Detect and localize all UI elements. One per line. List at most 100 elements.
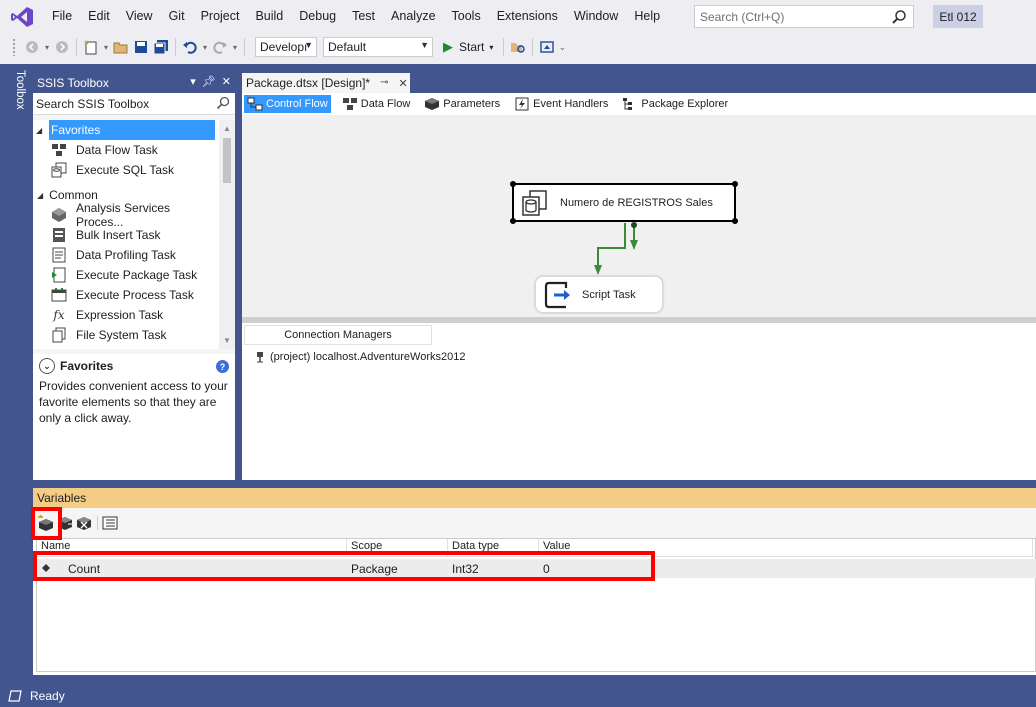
item-label: Analysis Services Proces... (76, 201, 171, 229)
resize-handle[interactable] (510, 218, 516, 224)
connection-manager-item[interactable]: (project) localhost.AdventureWorks2012 (254, 351, 465, 363)
toolbar-grip[interactable] (12, 38, 16, 56)
solution-platform-combo[interactable]: Default ▼ (323, 37, 433, 57)
variables-toolbar (33, 508, 1036, 538)
search-icon (216, 96, 230, 110)
toolbox-item-data-profiling-task[interactable]: Data Profiling Task (33, 245, 219, 265)
task-script-task[interactable]: Script Task (535, 276, 663, 313)
close-tab-icon[interactable]: ✕ (398, 77, 407, 90)
chevron-down-icon[interactable]: ▾ (489, 43, 493, 52)
tab-label: Parameters (443, 98, 501, 110)
menu-tools[interactable]: Tools (444, 0, 489, 33)
close-icon[interactable]: ✕ (222, 75, 231, 88)
dropdown-arrow-icon[interactable]: ▾ (200, 37, 210, 57)
grid-options-icon[interactable] (101, 514, 119, 532)
visual-studio-logo-icon[interactable] (10, 6, 34, 28)
toolbox-search-input[interactable]: Search SSIS Toolbox (33, 93, 235, 115)
execute-package-icon (51, 267, 67, 283)
undo-icon[interactable] (180, 37, 200, 57)
dropdown-arrow-icon[interactable]: ▾ (42, 37, 52, 57)
search-icon (892, 10, 906, 24)
toolbox-item-analysis-services-processing-task[interactable]: Analysis Services Proces... (33, 201, 219, 229)
pin-icon[interactable]: ⊸ (380, 77, 388, 90)
search-placeholder: Search (Ctrl+Q) (700, 9, 785, 24)
package-explorer-icon (623, 98, 633, 110)
scrollbar-thumb[interactable] (223, 138, 231, 183)
execute-sql-task-icon (51, 162, 67, 178)
chevron-down-icon: ▼ (420, 40, 429, 50)
toolbox-item-execute-sql-task[interactable]: Execute SQL Task (33, 160, 219, 180)
platform-value: Default (328, 40, 367, 54)
file-system-icon (51, 327, 67, 343)
scroll-up-arrow-icon[interactable]: ▲ (223, 124, 231, 133)
forward-icon[interactable] (52, 37, 72, 57)
toolbox-header: SSIS Toolbox ▾ 📌︎ ✕ (33, 73, 235, 93)
search-input[interactable]: Search (Ctrl+Q) (694, 5, 914, 28)
menu-build[interactable]: Build (247, 0, 291, 33)
chevron-down-icon: ▼ (304, 40, 313, 50)
tab-package-explorer[interactable]: Package Explorer (619, 95, 731, 113)
menu-git[interactable]: Git (161, 0, 193, 33)
group-favorites[interactable]: ◢ Favorites (36, 120, 215, 140)
designer-tab-strip: Control Flow Data Flow Parameters Event … (242, 93, 1036, 115)
toolbox-item-execute-package-task[interactable]: Execute Package Task (33, 265, 219, 285)
help-icon[interactable]: ? (216, 360, 229, 373)
resize-handle[interactable] (732, 181, 738, 187)
parameters-icon (425, 98, 440, 110)
menu-help[interactable]: Help (626, 0, 668, 33)
menu-analyze[interactable]: Analyze (383, 0, 443, 33)
window-layout-icon[interactable] (537, 37, 557, 57)
toolbox-item-file-system-task[interactable]: File System Task (33, 325, 219, 345)
toolbox-side-tab[interactable]: Toolbox (8, 70, 26, 120)
dropdown-arrow-icon[interactable]: ▾ (230, 37, 240, 57)
menu-debug[interactable]: Debug (291, 0, 344, 33)
tab-parameters[interactable]: Parameters (421, 95, 503, 113)
menu-view[interactable]: View (118, 0, 161, 33)
item-label: Data Profiling Task (76, 248, 176, 262)
start-button[interactable]: ▶ Start ▾ (443, 39, 493, 55)
open-folder-icon[interactable] (111, 37, 131, 57)
pin-icon[interactable]: 📌︎ (202, 75, 216, 88)
menu-extensions[interactable]: Extensions (489, 0, 566, 33)
toolbar-separator (175, 38, 176, 56)
tab-event-handlers[interactable]: Event Handlers (511, 95, 611, 113)
solution-configuration-combo[interactable]: Developı ▼ (255, 37, 317, 57)
resize-handle[interactable] (510, 181, 516, 187)
resize-handle[interactable] (732, 218, 738, 224)
connection-managers-pane[interactable]: Connection Managers (project) localhost.… (242, 323, 1036, 480)
expanded-triangle-icon[interactable]: ◢ (37, 191, 43, 200)
control-flow-canvas[interactable]: Numero de REGISTROS Sales Script Task (242, 115, 1036, 317)
toolbox-item-data-flow-task[interactable]: Data Flow Task (33, 140, 219, 160)
menu-project[interactable]: Project (193, 0, 248, 33)
menu-window[interactable]: Window (566, 0, 626, 33)
menu-edit[interactable]: Edit (80, 0, 118, 33)
menu-file[interactable]: File (44, 0, 80, 33)
connection-plug-icon (257, 352, 263, 363)
new-project-icon[interactable] (81, 37, 101, 57)
save-all-icon[interactable] (151, 37, 171, 57)
window-options-icon[interactable]: ▾ (190, 75, 196, 88)
tab-package-design[interactable]: Package.dtsx [Design]* ⊸ ✕ (242, 73, 410, 93)
tab-control-flow[interactable]: Control Flow (244, 95, 331, 113)
find-in-files-icon[interactable] (508, 37, 528, 57)
status-bar: Ready (0, 685, 1036, 707)
expanded-triangle-icon[interactable]: ◢ (36, 126, 42, 135)
scroll-down-arrow-icon[interactable]: ▼ (223, 336, 231, 345)
event-handlers-icon (515, 97, 529, 111)
redo-icon[interactable] (210, 37, 230, 57)
task-numero-de-registros-sales[interactable]: Numero de REGISTROS Sales (510, 181, 738, 224)
dropdown-arrow-icon[interactable]: ▾ (101, 37, 111, 57)
variables-header: Variables (33, 488, 1036, 508)
toolbox-scrollbar[interactable]: ▲ ▼ (219, 120, 235, 349)
tab-data-flow[interactable]: Data Flow (339, 95, 414, 113)
item-label: Execute Process Task (76, 288, 194, 302)
toolbox-item-expression-task[interactable]: fx Expression Task (33, 305, 219, 325)
collapse-chevron-icon[interactable]: ⌄ (39, 358, 55, 374)
back-icon[interactable] (22, 37, 42, 57)
toolbox-item-execute-process-task[interactable]: Execute Process Task (33, 285, 219, 305)
save-icon[interactable] (131, 37, 151, 57)
toolbar-overflow-icon[interactable]: ⌄ (557, 37, 567, 57)
delete-variable-icon[interactable] (75, 514, 93, 532)
solution-name-badge[interactable]: Etl 012 (933, 5, 983, 28)
menu-test[interactable]: Test (344, 0, 383, 33)
